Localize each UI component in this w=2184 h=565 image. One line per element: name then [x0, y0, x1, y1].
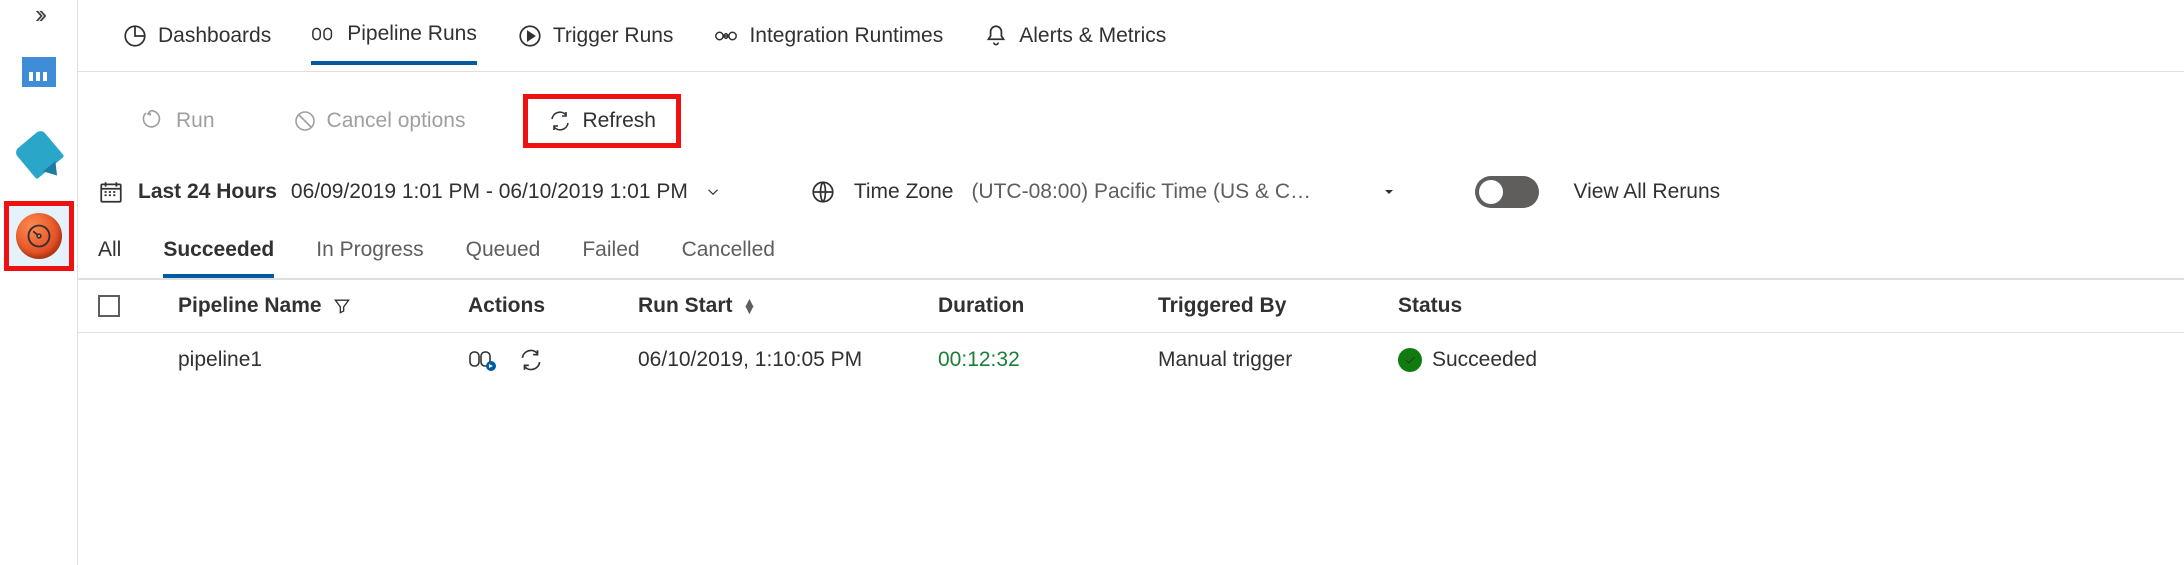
left-rail: ›› — [0, 0, 78, 565]
sort-icon[interactable]: ▲▼ — [743, 299, 757, 313]
col-run-start[interactable]: Run Start ▲▼ — [638, 294, 938, 318]
cell-actions — [468, 347, 638, 373]
tab-label: Dashboards — [158, 24, 271, 48]
expand-rail-button[interactable]: ›› — [35, 4, 42, 24]
cell-run-start: 06/10/2019, 1:10:05 PM — [638, 348, 938, 372]
button-label: Refresh — [582, 109, 656, 133]
success-icon — [1398, 348, 1422, 372]
col-label: Run Start — [638, 294, 733, 318]
col-duration[interactable]: Duration — [938, 294, 1158, 318]
tab-label: Integration Runtimes — [749, 24, 943, 48]
timezone-picker[interactable]: Time Zone (UTC-08:00) Pacific Time (US &… — [810, 179, 1398, 205]
filter-bar: Last 24 Hours 06/09/2019 1:01 PM - 06/10… — [78, 170, 2184, 230]
tab-label: Trigger Runs — [553, 24, 674, 48]
button-label: Run — [176, 109, 215, 133]
tab-trigger-runs[interactable]: Trigger Runs — [517, 23, 674, 63]
tab-integration-runtimes[interactable]: Integration Runtimes — [713, 23, 943, 63]
col-label: Triggered By — [1158, 294, 1286, 318]
timezone-value: (UTC-08:00) Pacific Time (US & Ca… — [971, 180, 1321, 204]
status-tab-all[interactable]: All — [98, 238, 121, 278]
filter-icon[interactable] — [332, 296, 352, 316]
table-row[interactable]: pipeline1 06/10/2019, 1:10:05 PM 00:12:3… — [78, 333, 2184, 387]
timezone-label: Time Zone — [854, 180, 954, 204]
cell-pipeline-name[interactable]: pipeline1 — [178, 348, 468, 372]
globe-icon — [810, 179, 836, 205]
tab-label: Pipeline Runs — [347, 22, 477, 46]
col-label: Duration — [938, 294, 1024, 318]
rerun-icon[interactable] — [516, 347, 546, 373]
tab-label: Alerts & Metrics — [1019, 24, 1166, 48]
tab-alerts-metrics[interactable]: Alerts & Metrics — [983, 23, 1166, 63]
nav-monitor[interactable] — [9, 206, 69, 266]
cancel-options-button: Cancel options — [273, 99, 486, 143]
top-tabs: Dashboards Pipeline Runs Trigger Runs In… — [78, 0, 2184, 72]
col-triggered-by[interactable]: Triggered By — [1158, 294, 1398, 318]
col-pipeline-name[interactable]: Pipeline Name — [178, 294, 468, 318]
view-all-reruns-label: View All Reruns — [1573, 180, 1720, 204]
dashboard-icon — [122, 23, 148, 49]
cell-duration: 00:12:32 — [938, 348, 1158, 372]
toolbar: Run Cancel options Refresh — [78, 72, 2184, 170]
status-tab-queued[interactable]: Queued — [466, 238, 541, 278]
status-tab-in-progress[interactable]: In Progress — [316, 238, 423, 278]
play-circle-icon — [517, 23, 543, 49]
tab-dashboards[interactable]: Dashboards — [122, 23, 271, 63]
cell-status: Succeeded — [1398, 348, 1638, 372]
col-status[interactable]: Status — [1398, 294, 1638, 318]
run-icon — [142, 109, 166, 133]
time-range-value: 06/09/2019 1:01 PM - 06/10/2019 1:01 PM — [291, 180, 688, 204]
status-tab-failed[interactable]: Failed — [582, 238, 639, 278]
cancel-icon — [293, 109, 317, 133]
col-label: Status — [1398, 294, 1462, 318]
col-actions: Actions — [468, 294, 638, 318]
table-header: Pipeline Name Actions Run Start ▲▼ Durat… — [78, 280, 2184, 333]
status-tab-cancelled[interactable]: Cancelled — [682, 238, 775, 278]
gauge-icon — [16, 213, 62, 259]
time-range-label: Last 24 Hours — [138, 180, 277, 204]
pipeline-icon — [311, 21, 337, 47]
col-label: Pipeline Name — [178, 294, 322, 318]
bell-icon — [983, 23, 1009, 49]
run-button: Run — [122, 99, 235, 143]
main-area: Dashboards Pipeline Runs Trigger Runs In… — [78, 0, 2184, 565]
caret-down-icon — [1381, 184, 1397, 200]
col-label: Actions — [468, 294, 545, 318]
time-range-picker[interactable]: Last 24 Hours 06/09/2019 1:01 PM - 06/10… — [98, 179, 722, 205]
button-label: Cancel options — [327, 109, 466, 133]
refresh-icon — [548, 109, 572, 133]
status-tabs: All Succeeded In Progress Queued Failed … — [78, 230, 2184, 280]
calendar-icon — [98, 179, 124, 205]
view-all-reruns-toggle[interactable] — [1475, 176, 1539, 208]
nav-author[interactable] — [9, 124, 69, 184]
status-text: Succeeded — [1432, 348, 1537, 372]
cell-triggered-by: Manual trigger — [1158, 348, 1398, 372]
bar-chart-icon — [22, 57, 56, 87]
refresh-button[interactable]: Refresh — [523, 94, 681, 148]
tab-pipeline-runs[interactable]: Pipeline Runs — [311, 21, 477, 65]
pencil-icon — [13, 129, 64, 180]
nav-overview[interactable] — [9, 42, 69, 102]
select-all-checkbox[interactable] — [98, 295, 120, 317]
chevron-down-icon — [704, 183, 722, 201]
view-run-icon[interactable] — [468, 347, 498, 373]
integration-icon — [713, 23, 739, 49]
status-tab-succeeded[interactable]: Succeeded — [163, 238, 274, 278]
